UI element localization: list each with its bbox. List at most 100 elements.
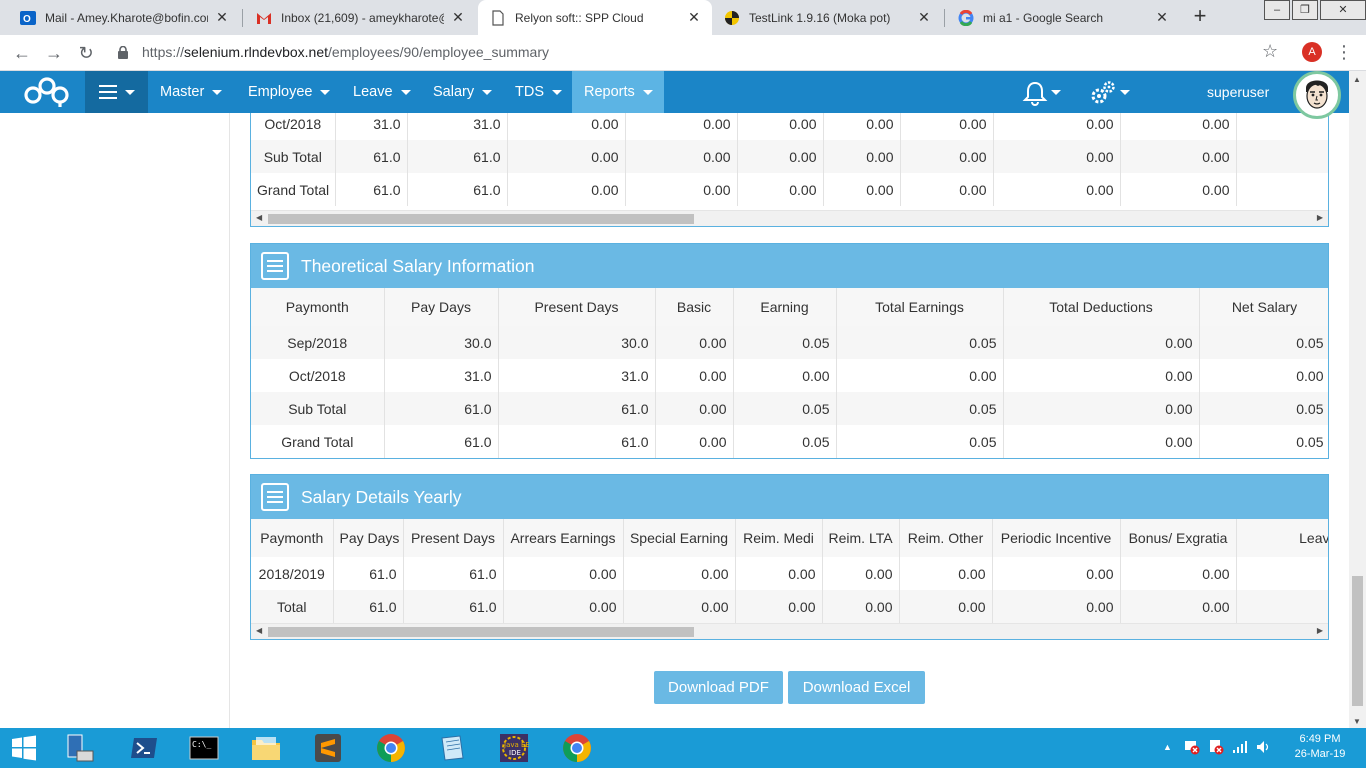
column-header[interactable]: Total Deductions <box>1003 288 1200 326</box>
column-header[interactable]: Pay Days <box>333 519 404 557</box>
user-face-icon <box>1306 80 1328 109</box>
scroll-left-arrow-icon[interactable]: ◀ <box>256 626 262 635</box>
settings-gear-icon[interactable] <box>1089 79 1117 107</box>
new-tab-button[interactable]: + <box>1188 4 1212 30</box>
table-cell: 0.00 <box>823 173 901 206</box>
download-pdf-button[interactable]: Download PDF <box>654 671 783 704</box>
profile-avatar[interactable]: A <box>1302 42 1322 62</box>
salary-details-yearly-panel-header: Salary Details Yearly <box>251 475 1328 519</box>
column-header[interactable]: Reim. Other <box>899 519 993 557</box>
download-excel-button[interactable]: Download Excel <box>788 671 925 704</box>
volume-icon[interactable] <box>1256 740 1272 754</box>
previous-salary-table-body: Oct/2018 31.0 31.0 0.00 0.00 0.00 0.00 0.00 0.00… <box>251 113 1328 206</box>
table-cell: 0.00 <box>737 140 824 173</box>
tab-relyon-spp-cloud[interactable]: Relyon soft:: SPP Cloud ✕ <box>478 0 712 35</box>
tab-gmail-inbox[interactable]: Inbox (21,609) - ameykharote@ ✕ <box>244 0 476 35</box>
restore-window-button[interactable]: ❐ <box>1292 0 1318 20</box>
bookmark-star-icon[interactable]: ☆ <box>1262 41 1278 62</box>
caret-down-icon <box>642 89 653 95</box>
row-label-cell: Grand Total <box>251 173 336 206</box>
table-cell: 0.00 <box>507 140 626 173</box>
system-clock[interactable]: 6:49 PM 26-Mar-19 <box>1290 732 1350 762</box>
notification-bell-icon[interactable] <box>1022 80 1048 106</box>
menu-leave[interactable]: Leave <box>341 71 423 113</box>
column-header[interactable]: Arrears Earnings <box>503 519 624 557</box>
column-header[interactable]: Paymonth <box>251 519 334 557</box>
scroll-up-arrow-icon[interactable]: ▲ <box>1353 75 1361 84</box>
column-header[interactable]: Basic <box>655 288 734 326</box>
column-header[interactable]: Total Earnings <box>836 288 1004 326</box>
column-header[interactable]: Net Salary <box>1199 288 1328 326</box>
tab-testlink[interactable]: TestLink 1.9.16 (Moka pot) ✕ <box>712 0 942 35</box>
close-tab-icon[interactable]: ✕ <box>450 9 466 26</box>
scroll-down-arrow-icon[interactable]: ▼ <box>1353 717 1361 726</box>
menu-master[interactable]: Master <box>148 71 234 113</box>
scroll-left-arrow-icon[interactable]: ◀ <box>256 213 262 222</box>
column-header[interactable]: Bonus/ Exgratia <box>1120 519 1237 557</box>
scrollbar-thumb[interactable] <box>1352 576 1363 706</box>
browser-menu-icon[interactable]: ⋮ <box>1334 41 1354 63</box>
menu-salary[interactable]: Salary <box>421 71 504 113</box>
wifi-signal-icon[interactable] <box>1232 740 1248 754</box>
minimize-window-button[interactable]: ‒ <box>1264 0 1290 20</box>
chrome-icon[interactable] <box>560 732 594 764</box>
scroll-right-arrow-icon[interactable]: ▶ <box>1317 626 1323 635</box>
reload-icon[interactable]: ↻ <box>74 41 98 65</box>
table-cell: 0.00 <box>1120 590 1237 623</box>
table-cell: 61.0 <box>384 425 499 458</box>
java-ee-ide-icon[interactable]: Java EE IDE <box>498 732 530 764</box>
horizontal-scrollbar[interactable]: ◀ ▶ <box>251 210 1328 226</box>
menu-reports[interactable]: Reports <box>572 71 664 113</box>
close-tab-icon[interactable]: ✕ <box>214 9 230 26</box>
start-icon[interactable] <box>8 732 40 764</box>
table-cell: 0.00 <box>737 173 824 206</box>
show-hidden-icons-icon[interactable]: ▲ <box>1163 742 1172 752</box>
column-header[interactable]: Special Earning <box>623 519 736 557</box>
column-header[interactable]: Present Days <box>403 519 504 557</box>
caret-down-icon[interactable] <box>1051 90 1061 95</box>
sublime-icon[interactable] <box>312 732 344 764</box>
svg-text:C:\_: C:\_ <box>192 740 211 749</box>
menu-tds[interactable]: TDS <box>503 71 574 113</box>
security-warning-icon[interactable] <box>1208 739 1224 755</box>
column-header[interactable]: Periodic Incentive <box>992 519 1121 557</box>
horizontal-scrollbar[interactable]: ◀ ▶ <box>251 623 1328 639</box>
table-cell: 0.00 <box>993 113 1121 140</box>
file-server-icon[interactable] <box>64 732 96 764</box>
table-cell: 0.05 <box>836 425 1004 458</box>
powershell-icon[interactable] <box>128 732 160 764</box>
column-header[interactable]: Reim. Medi <box>735 519 823 557</box>
column-header[interactable]: Earning <box>733 288 837 326</box>
relyon-cloud-logo[interactable] <box>22 77 74 107</box>
hamburger-menu-button[interactable] <box>85 71 148 113</box>
chrome-icon[interactable] <box>374 732 408 764</box>
column-header[interactable]: Present Days <box>498 288 656 326</box>
scrollbar-thumb[interactable] <box>268 214 694 224</box>
username-label[interactable]: superuser <box>1207 71 1269 113</box>
column-header[interactable]: Paymonth <box>251 288 385 326</box>
tab-google-search[interactable]: mi a1 - Google Search ✕ <box>946 0 1180 35</box>
notepad-icon[interactable] <box>436 732 468 764</box>
cmd-icon[interactable]: C:\_ <box>188 732 220 764</box>
tab-outlook-mail[interactable]: O Mail - Amey.Kharote@bofin.com ✕ <box>8 0 240 35</box>
close-tab-icon[interactable]: ✕ <box>1154 9 1170 26</box>
column-header[interactable]: Reim. LTA <box>822 519 900 557</box>
column-header[interactable]: Leave Encash <box>1236 519 1328 557</box>
back-arrow-icon[interactable]: ← <box>10 41 34 65</box>
close-tab-icon[interactable]: ✕ <box>686 9 702 26</box>
page-vertical-scrollbar[interactable]: ▲ ▼ <box>1349 71 1366 728</box>
network-warning-icon[interactable] <box>1184 739 1200 755</box>
scroll-right-arrow-icon[interactable]: ▶ <box>1317 213 1323 222</box>
close-tab-icon[interactable]: ✕ <box>916 9 932 26</box>
caret-down-icon[interactable] <box>1120 90 1130 95</box>
column-header[interactable]: Pay Days <box>384 288 499 326</box>
user-avatar[interactable] <box>1293 71 1341 119</box>
forward-arrow-icon[interactable]: → <box>42 41 66 65</box>
menu-employee[interactable]: Employee <box>236 71 342 113</box>
address-bar[interactable]: https://selenium.rlndevbox.net/employees… <box>142 44 549 60</box>
table-row: Oct/2018 31.0 31.0 0.00 0.00 0.00 0.00 0.00 <box>251 359 1328 392</box>
close-window-button[interactable]: ✕ <box>1320 0 1366 20</box>
row-label-cell: Oct/2018 <box>251 113 336 140</box>
file-explorer-icon[interactable] <box>250 732 282 764</box>
scrollbar-thumb[interactable] <box>268 627 694 637</box>
